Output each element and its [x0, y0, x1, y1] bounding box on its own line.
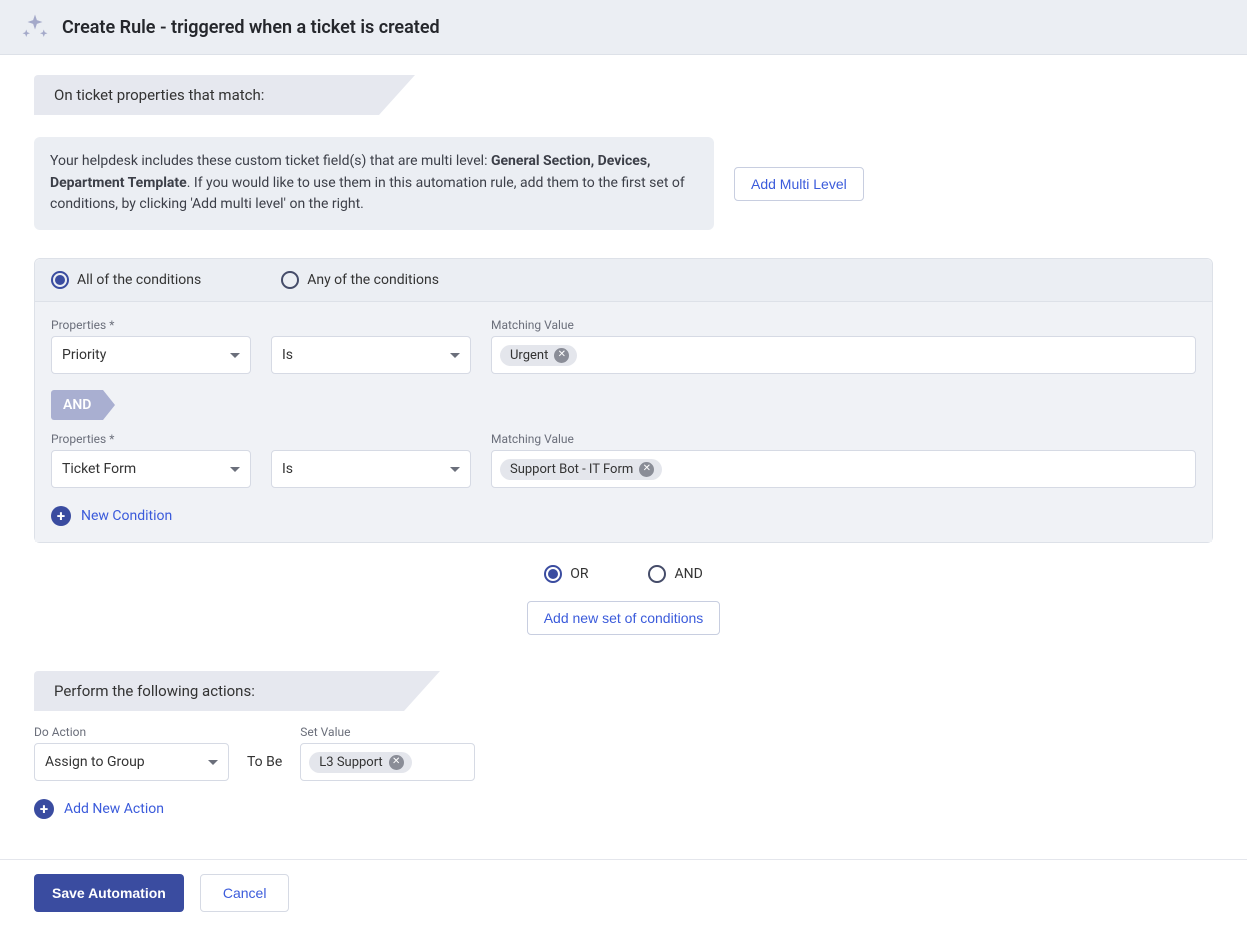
chip-text: Support Bot - IT Form — [510, 462, 633, 477]
condition-row: Properties * Priority Is Matching Value — [51, 318, 1196, 374]
do-action-label: Do Action — [34, 725, 229, 739]
value-chip: L3 Support ✕ — [309, 752, 411, 773]
match-banner-text: On ticket properties that match: — [54, 86, 264, 104]
match-banner: On ticket properties that match: — [34, 75, 379, 115]
chip-text: Urgent — [510, 348, 548, 363]
properties-label: Properties * — [51, 318, 251, 332]
actions-banner: Perform the following actions: — [34, 671, 404, 711]
to-be-label: To Be — [247, 743, 282, 781]
value-chip: Support Bot - IT Form ✕ — [500, 459, 662, 480]
radio-icon — [51, 271, 69, 289]
and-label: AND — [674, 566, 702, 582]
sparkle-icon — [20, 12, 50, 42]
value-chip: Urgent ✕ — [500, 345, 577, 366]
multi-level-info: Your helpdesk includes these custom tick… — [34, 137, 714, 230]
radio-icon — [648, 565, 666, 583]
chevron-down-icon — [230, 467, 240, 472]
chevron-down-icon — [450, 353, 460, 358]
radio-all-label: All of the conditions — [77, 272, 201, 288]
property-select[interactable]: Priority — [51, 336, 251, 374]
conditions-group: All of the conditions Any of the conditi… — [34, 258, 1213, 543]
set-value-input[interactable]: L3 Support ✕ — [300, 743, 475, 781]
radio-icon — [544, 565, 562, 583]
radio-any-conditions[interactable]: Any of the conditions — [281, 271, 439, 289]
add-new-set-button[interactable]: Add new set of conditions — [527, 601, 721, 635]
and-connector: AND — [51, 390, 103, 420]
or-label: OR — [570, 566, 588, 582]
properties-label: Properties * — [51, 432, 251, 446]
remove-chip-icon[interactable]: ✕ — [639, 462, 654, 477]
chevron-down-icon — [450, 467, 460, 472]
radio-all-conditions[interactable]: All of the conditions — [51, 271, 201, 289]
plus-icon: + — [34, 799, 54, 819]
matching-value-input[interactable]: Support Bot - IT Form ✕ — [491, 450, 1196, 488]
and-text: AND — [63, 397, 91, 413]
new-condition-label: New Condition — [81, 508, 172, 524]
operator-select[interactable]: Is — [271, 450, 471, 488]
property-select[interactable]: Ticket Form — [51, 450, 251, 488]
actions-banner-text: Perform the following actions: — [54, 682, 255, 700]
add-multi-level-button[interactable]: Add Multi Level — [734, 167, 864, 201]
between-or-radio[interactable]: OR — [544, 565, 588, 583]
new-condition-button[interactable]: + New Condition — [51, 506, 1196, 526]
add-new-action-button[interactable]: + Add New Action — [34, 799, 1213, 819]
footer-bar: Save Automation Cancel — [0, 859, 1247, 926]
property-value: Ticket Form — [62, 461, 136, 477]
remove-chip-icon[interactable]: ✕ — [554, 348, 569, 363]
do-action-select[interactable]: Assign to Group — [34, 743, 229, 781]
operator-value: Is — [282, 461, 293, 477]
do-action-value: Assign to Group — [45, 754, 145, 770]
between-and-radio[interactable]: AND — [648, 565, 702, 583]
header-bar: Create Rule - triggered when a ticket is… — [0, 0, 1247, 55]
matching-value-input[interactable]: Urgent ✕ — [491, 336, 1196, 374]
radio-icon — [281, 271, 299, 289]
operator-select[interactable]: Is — [271, 336, 471, 374]
spacer — [271, 318, 471, 332]
add-action-label: Add New Action — [64, 801, 164, 817]
property-value: Priority — [62, 347, 106, 363]
operator-value: Is — [282, 347, 293, 363]
spacer — [271, 432, 471, 446]
plus-icon: + — [51, 506, 71, 526]
set-value-label: Set Value — [300, 725, 475, 739]
info-prefix: Your helpdesk includes these custom tick… — [50, 153, 491, 169]
radio-any-label: Any of the conditions — [307, 272, 439, 288]
condition-row: Properties * Ticket Form Is Matching Val… — [51, 432, 1196, 488]
page-title: Create Rule - triggered when a ticket is… — [62, 17, 440, 38]
chip-text: L3 Support — [319, 755, 382, 770]
remove-chip-icon[interactable]: ✕ — [389, 755, 404, 770]
action-row: Do Action Assign to Group To Be Set Valu… — [34, 725, 1213, 781]
save-button[interactable]: Save Automation — [34, 874, 184, 912]
matching-value-label: Matching Value — [491, 432, 1196, 446]
cancel-button[interactable]: Cancel — [200, 874, 290, 912]
chevron-down-icon — [230, 353, 240, 358]
chevron-down-icon — [208, 760, 218, 765]
matching-value-label: Matching Value — [491, 318, 1196, 332]
